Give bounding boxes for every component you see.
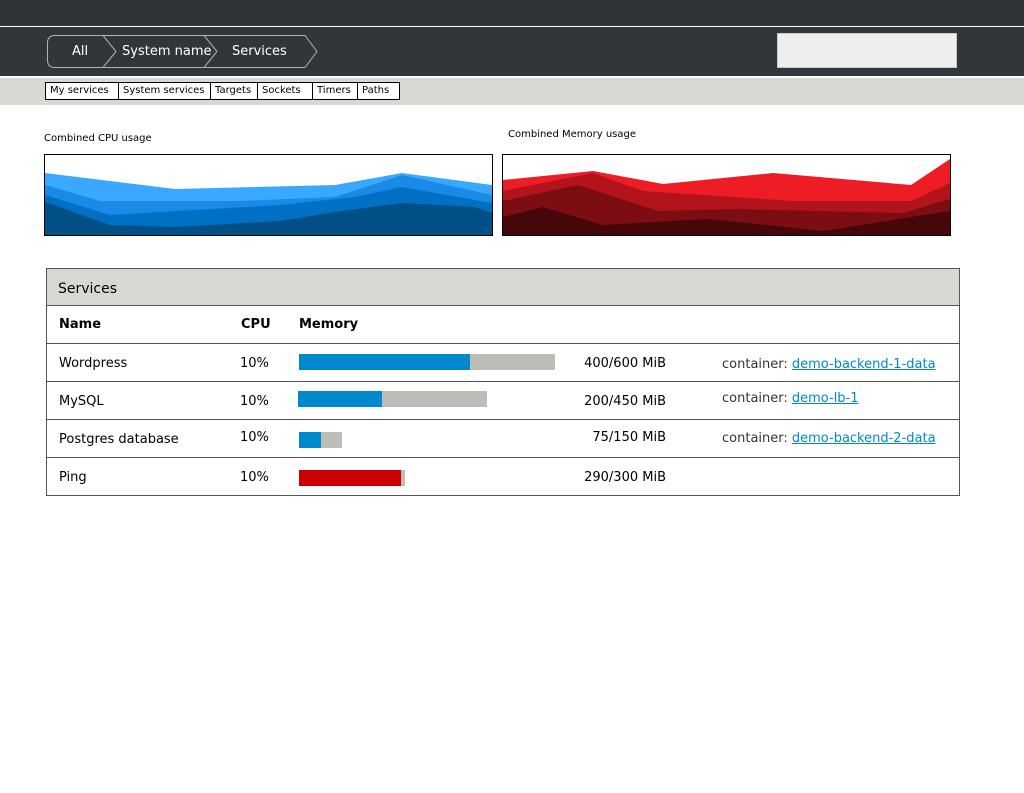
memory-bar-fill	[299, 354, 470, 370]
container-info: container: demo-backend-2-data	[722, 431, 936, 446]
table-row[interactable]: Postgres database 10% 75/150 MiB contain…	[47, 419, 959, 457]
memory-bar-fill	[299, 470, 402, 486]
service-name: Ping	[59, 470, 87, 485]
memory-bar	[299, 470, 405, 486]
service-name: MySQL	[59, 394, 104, 409]
tab-my-services[interactable]: My services	[45, 82, 119, 100]
memory-bar	[298, 391, 487, 407]
service-name: Postgres database	[59, 432, 179, 447]
services-panel-title: Services	[58, 281, 118, 297]
tab-targets[interactable]: Targets	[211, 82, 258, 100]
container-info: container: demo-lb-1	[722, 391, 859, 406]
service-cpu: 10%	[240, 394, 269, 409]
column-header-cpu: CPU	[241, 317, 271, 332]
cpu-chart-title: Combined CPU usage	[44, 133, 152, 144]
table-row[interactable]: Ping 10% 290/300 MiB	[47, 457, 959, 495]
service-tabs: My services System services Targets Sock…	[45, 82, 400, 100]
search-input[interactable]	[777, 33, 957, 68]
table-row[interactable]: MySQL 10% 200/450 MiB container: demo-lb…	[47, 381, 959, 419]
breadcrumb-all[interactable]: All	[72, 44, 88, 59]
container-prefix: container:	[722, 391, 788, 406]
container-link[interactable]: demo-backend-1-data	[792, 357, 936, 372]
column-header-memory: Memory	[299, 317, 359, 332]
memory-bar-fill	[299, 432, 321, 448]
top-bar	[0, 0, 1024, 26]
memory-usage-chart	[502, 154, 951, 236]
tab-timers[interactable]: Timers	[313, 82, 358, 100]
tab-sockets[interactable]: Sockets	[258, 82, 313, 100]
breadcrumb-services[interactable]: Services	[232, 44, 287, 59]
container-link[interactable]: demo-backend-2-data	[792, 431, 936, 446]
memory-chart-title: Combined Memory usage	[508, 129, 637, 140]
service-name: Wordpress	[59, 356, 128, 371]
container-prefix: container:	[722, 431, 788, 446]
service-memory: 290/300 MiB	[584, 470, 666, 485]
service-cpu: 10%	[240, 470, 269, 485]
service-memory: 400/600 MiB	[584, 356, 666, 371]
memory-bar	[299, 432, 342, 448]
service-memory: 75/150 MiB	[592, 430, 666, 445]
container-prefix: container:	[722, 357, 788, 372]
service-cpu: 10%	[240, 356, 269, 371]
memory-bar-fill	[298, 391, 382, 407]
column-header-name: Name	[59, 317, 102, 332]
cpu-chart-svg	[45, 173, 492, 235]
breadcrumb-system-name[interactable]: System name	[122, 44, 211, 59]
memory-bar	[299, 354, 555, 370]
container-info: container: demo-backend-1-data	[722, 357, 936, 372]
tab-system-services[interactable]: System services	[119, 82, 211, 100]
cpu-usage-chart	[44, 154, 493, 236]
memory-chart-svg	[503, 159, 950, 235]
service-cpu: 10%	[240, 430, 269, 445]
services-panel: Services Name CPU Memory Wordpress 10% 4…	[46, 268, 960, 496]
tab-paths[interactable]: Paths	[358, 82, 400, 100]
table-row[interactable]: Wordpress 10% 400/600 MiB container: dem…	[47, 343, 959, 381]
services-panel-header: Services	[47, 269, 959, 306]
container-link[interactable]: demo-lb-1	[792, 391, 859, 406]
service-memory: 200/450 MiB	[584, 394, 666, 409]
